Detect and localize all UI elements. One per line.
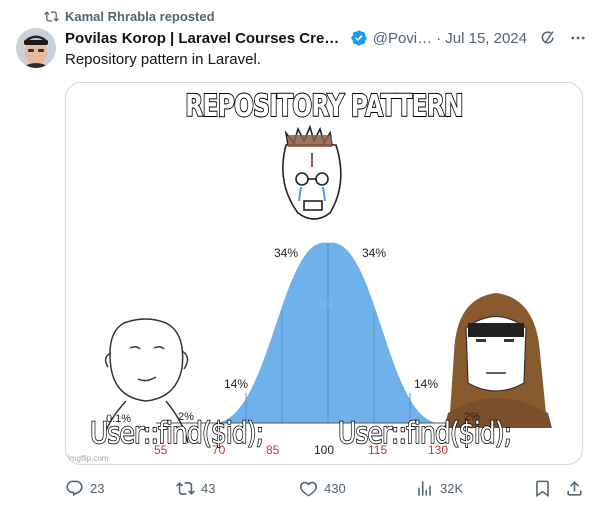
like-icon — [299, 481, 318, 497]
tweet-date[interactable]: Jul 15, 2024 — [445, 30, 527, 47]
author-handle[interactable]: @Povil... — [373, 30, 433, 47]
meme-caption-left: User::find($id); — [89, 415, 265, 451]
bookmark-icon — [536, 480, 549, 497]
separator: · — [436, 29, 442, 47]
tweet-action-bar: 23 43 430 32K — [65, 477, 585, 499]
pct-68: 68% — [319, 303, 334, 310]
grok-icon[interactable] — [539, 29, 557, 47]
watermark: imgflip.com — [68, 454, 109, 463]
like-button[interactable]: 430 — [299, 477, 346, 499]
repost-indicator[interactable]: Kamal Rhrabla reposted — [44, 7, 215, 25]
like-count: 430 — [324, 480, 346, 496]
bookmark-button[interactable] — [533, 477, 552, 499]
views-count: 32K — [440, 480, 464, 496]
verified-badge-icon — [351, 30, 367, 46]
reply-count: 23 — [90, 480, 105, 496]
views-icon — [418, 480, 431, 496]
avatar[interactable] — [16, 28, 56, 68]
share-button[interactable] — [565, 477, 584, 499]
meme-caption-right: User::find($id); — [337, 415, 513, 451]
repost-icon — [176, 481, 195, 495]
iq-85: 85 — [266, 443, 280, 457]
tweet-text: Repository pattern in Laravel. — [65, 51, 261, 68]
pct-34-right: 34% — [362, 246, 387, 260]
repost-button[interactable]: 43 — [176, 477, 215, 499]
author-name[interactable]: Povilas Korop | Laravel Courses Creat... — [65, 30, 347, 47]
more-icon[interactable] — [569, 29, 587, 47]
pct-14-left: 14% — [224, 377, 249, 391]
repost-text: Kamal Rhrabla reposted — [65, 8, 215, 24]
tweet-header: Povilas Korop | Laravel Courses Creat...… — [65, 28, 587, 48]
reply-button[interactable]: 23 — [65, 477, 104, 499]
share-icon — [567, 480, 582, 496]
pct-34-left: 34% — [274, 246, 299, 260]
repost-count: 43 — [201, 480, 216, 496]
views-button[interactable]: 32K — [415, 477, 463, 499]
pct-14-right: 14% — [414, 377, 439, 391]
iq-100: 100 — [314, 443, 335, 457]
repost-icon — [44, 10, 59, 22]
meme-title: REPOSITORY PATTERN — [184, 88, 464, 125]
meme-illustration — [101, 124, 552, 444]
tweet-media-image[interactable]: REPOSITORY PATTERN 34% 34% 68% 14% 14% 0… — [65, 82, 583, 465]
reply-icon — [66, 480, 83, 496]
